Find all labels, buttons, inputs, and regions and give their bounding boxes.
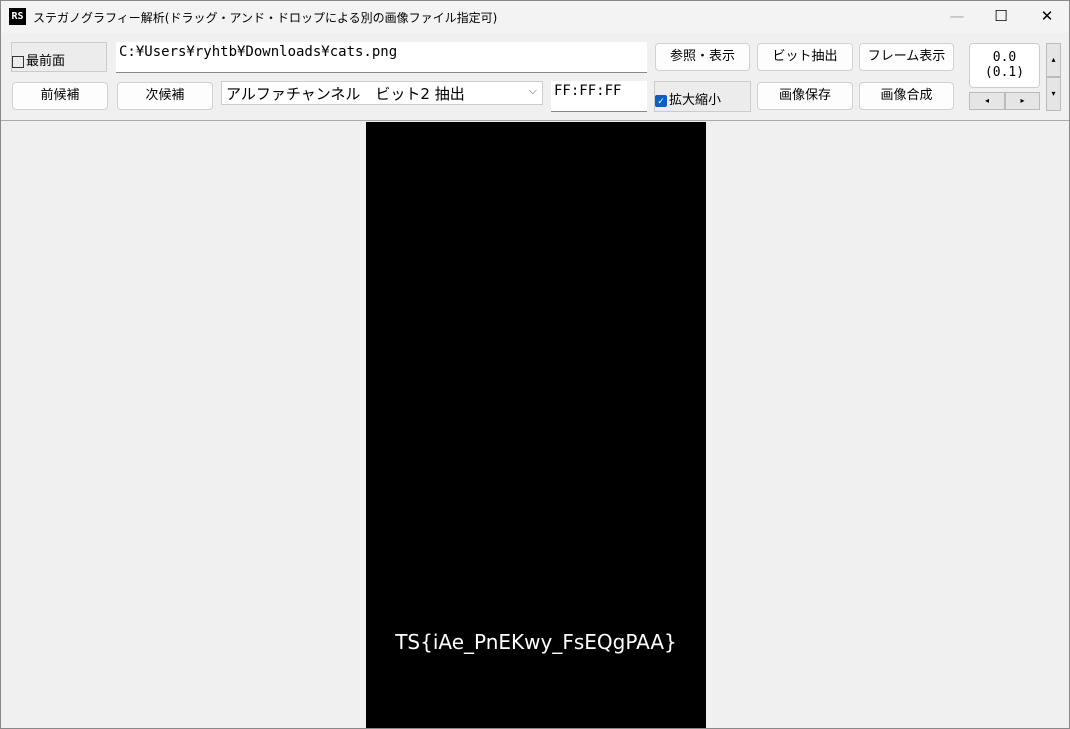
value-sub: (0.1) — [984, 65, 1025, 80]
window-title: ステガノグラフィー解析(ドラッグ・アンド・ドロップによる別の画像ファイル指定可) — [33, 11, 498, 25]
left-arrow-button[interactable]: ◂ — [969, 92, 1005, 110]
minimize-button[interactable]: — — [934, 1, 980, 31]
file-path-input[interactable]: C:¥Users¥ryhtb¥Downloads¥cats.png — [116, 42, 647, 73]
checkbox-icon — [12, 55, 24, 68]
value-display: 0.0 (0.1) — [969, 43, 1040, 88]
chevron-down-icon: ⌵ — [528, 84, 537, 97]
zoom-label: 拡大縮小 — [669, 93, 722, 108]
divider — [1, 120, 1069, 121]
topmost-checkbox[interactable]: 最前面 — [11, 42, 107, 72]
mode-select-value: アルファチャンネル ビット2 抽出 — [226, 85, 465, 103]
frame-show-button[interactable]: フレーム表示 — [859, 43, 954, 71]
color-input[interactable]: FF:FF:FF — [551, 81, 647, 112]
close-button[interactable]: ✕ — [1024, 1, 1070, 31]
next-candidate-button[interactable]: 次候補 — [117, 82, 213, 110]
maximize-button[interactable]: ☐ — [978, 1, 1024, 31]
value-main: 0.0 — [992, 50, 1017, 65]
right-arrow-button[interactable]: ▸ — [1005, 92, 1040, 110]
spin-down-button[interactable]: ▾ — [1046, 77, 1061, 111]
topmost-label: 最前面 — [26, 54, 66, 69]
browse-button[interactable]: 参照・表示 — [655, 43, 750, 71]
spin-up-button[interactable]: ▴ — [1046, 43, 1061, 77]
checkmark-icon: ✓ — [655, 94, 667, 107]
prev-candidate-button[interactable]: 前候補 — [12, 82, 108, 110]
zoom-checkbox[interactable]: ✓ 拡大縮小 — [654, 81, 751, 112]
app-logo-icon: RS — [9, 8, 26, 25]
compose-image-button[interactable]: 画像合成 — [859, 82, 954, 110]
image-canvas[interactable]: TS{iAe_PnEKwy_FsEQgPAA} — [366, 122, 706, 728]
save-image-button[interactable]: 画像保存 — [757, 82, 853, 110]
mode-select[interactable]: アルファチャンネル ビット2 抽出 ⌵ — [221, 81, 543, 105]
bit-extract-button[interactable]: ビット抽出 — [757, 43, 853, 71]
image-hidden-text: TS{iAe_PnEKwy_FsEQgPAA} — [395, 630, 677, 654]
